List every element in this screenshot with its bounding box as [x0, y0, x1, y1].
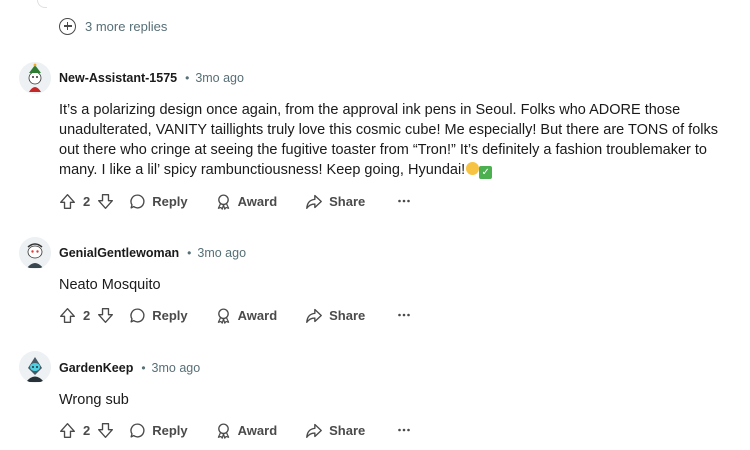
ellipsis-icon: [398, 428, 411, 432]
award-icon: [217, 307, 229, 324]
more-replies-button[interactable]: 3 more replies: [59, 17, 167, 35]
arrow-down-icon: [98, 307, 114, 323]
more-options-button[interactable]: [397, 308, 411, 322]
downvote-button[interactable]: [97, 307, 114, 324]
reply-button[interactable]: Reply: [129, 307, 188, 324]
reply-button[interactable]: Reply: [129, 193, 188, 210]
award-button[interactable]: Award: [215, 307, 278, 324]
comment-actions: 2 Reply Award Share: [59, 191, 411, 211]
username[interactable]: New-Assistant-1575: [59, 71, 177, 85]
share-arrow-icon: [306, 194, 323, 209]
ellipsis-icon: [398, 313, 411, 317]
avatar[interactable]: [19, 237, 51, 269]
comment-text: Wrong sub: [59, 392, 129, 408]
reply-label: Reply: [152, 193, 188, 209]
separator-dot: •: [141, 361, 146, 375]
award-button[interactable]: Award: [215, 193, 278, 210]
speech-bubble-icon: [130, 193, 145, 209]
award-label: Award: [237, 307, 278, 323]
vote-count: 2: [83, 422, 91, 438]
award-icon: [217, 193, 229, 210]
avatar[interactable]: [19, 62, 51, 94]
vote-count: 2: [83, 307, 91, 323]
share-label: Share: [329, 422, 366, 438]
timestamp[interactable]: 3mo ago: [195, 71, 244, 85]
share-button[interactable]: Share: [305, 422, 365, 439]
arrow-down-icon: [98, 422, 114, 438]
more-options-button[interactable]: [397, 194, 411, 208]
upvote-button[interactable]: [59, 422, 76, 439]
share-button[interactable]: Share: [305, 193, 365, 210]
separator-dot: •: [187, 246, 192, 260]
speech-bubble-icon: [130, 307, 145, 323]
comment-actions: 2 Reply Award Share: [59, 305, 411, 325]
more-options-button[interactable]: [397, 423, 411, 437]
upvote-button[interactable]: [59, 193, 76, 210]
more-replies-label: 3 more replies: [85, 18, 168, 34]
username[interactable]: GenialGentlewoman: [59, 246, 179, 260]
ellipsis-icon: [398, 199, 411, 203]
share-label: Share: [329, 193, 366, 209]
award-button[interactable]: Award: [215, 422, 278, 439]
comment-text: Neato Mosquito: [59, 277, 161, 293]
award-label: Award: [237, 422, 278, 438]
thread-line: [37, 0, 47, 8]
upvote-button[interactable]: [59, 307, 76, 324]
downvote-button[interactable]: [97, 422, 114, 439]
arrow-up-icon: [60, 307, 75, 323]
share-label: Share: [329, 307, 366, 323]
comment-actions: 2 Reply Award Share: [59, 420, 411, 440]
downvote-button[interactable]: [97, 193, 114, 210]
comment-text: It’s a polarizing design once again, fro…: [59, 102, 718, 178]
comment-body: It’s a polarizing design once again, fro…: [59, 100, 739, 180]
comment-body: Wrong sub: [59, 390, 739, 410]
award-icon: [217, 422, 229, 439]
avatar[interactable]: [19, 351, 51, 383]
plus-circle-icon: [59, 17, 76, 35]
username[interactable]: GardenKeep: [59, 361, 133, 375]
share-arrow-icon: [306, 308, 323, 323]
reply-label: Reply: [152, 422, 188, 438]
arrow-down-icon: [98, 193, 114, 209]
arrow-up-icon: [60, 422, 75, 438]
reply-button[interactable]: Reply: [129, 422, 188, 439]
comment-body: Neato Mosquito: [59, 275, 739, 295]
timestamp[interactable]: 3mo ago: [152, 361, 201, 375]
smile-emoji-icon: [466, 162, 480, 175]
separator-dot: •: [185, 71, 190, 85]
speech-bubble-icon: [130, 422, 145, 438]
vote-count: 2: [83, 193, 91, 209]
award-label: Award: [237, 193, 278, 209]
reply-label: Reply: [152, 307, 188, 323]
timestamp[interactable]: 3mo ago: [197, 246, 246, 260]
share-button[interactable]: Share: [305, 307, 365, 324]
check-mark-emoji-icon: ✓: [479, 166, 493, 179]
share-arrow-icon: [306, 423, 323, 438]
arrow-up-icon: [60, 193, 75, 209]
